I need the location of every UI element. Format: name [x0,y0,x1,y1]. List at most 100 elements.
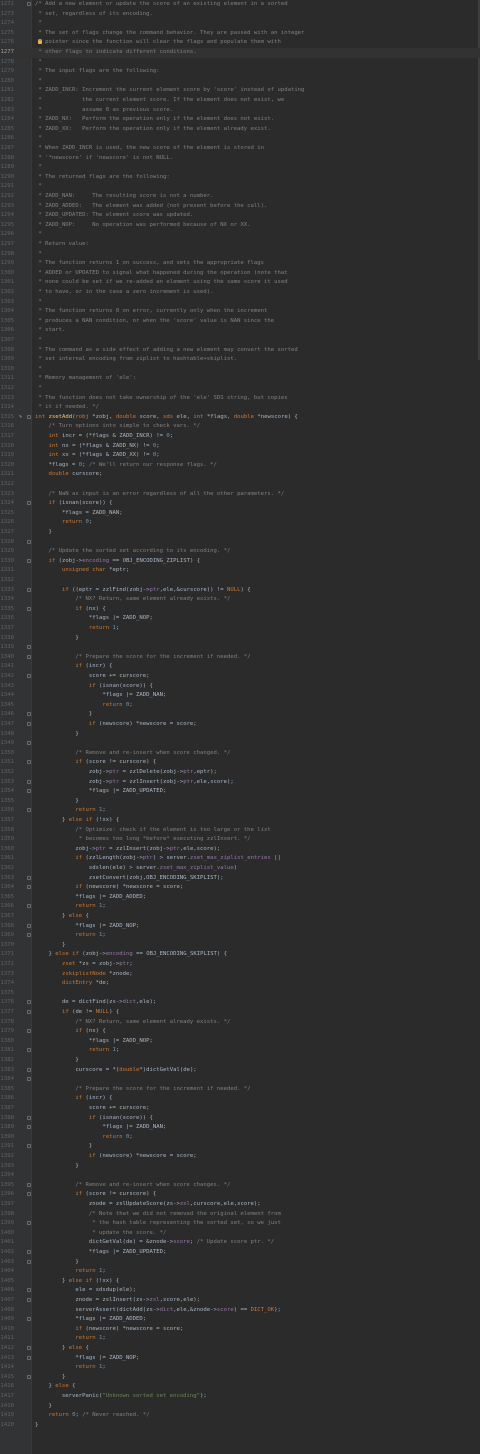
code-line[interactable]: 1284 * ZADD_NX: Perform the operation on… [0,115,480,125]
code-text[interactable]: *flags = ZADD_NAN; [35,509,123,519]
code-line[interactable]: 1312 * [0,384,480,394]
code-text[interactable]: znode = zslInsert(zs->zsl,score,ele); [35,1296,200,1306]
code-text[interactable]: return 1; [35,806,105,816]
line-number[interactable]: 1311 [0,374,14,384]
fold-marker-icon[interactable] [27,1077,31,1082]
line-number[interactable]: 1349 [0,739,14,749]
code-line[interactable]: 1296 * [0,230,480,240]
code-line[interactable]: 1378 /* NX? Return, same element already… [0,1018,480,1028]
code-text[interactable]: * '*newscore' if 'newscore' is not NULL. [35,154,173,164]
code-text[interactable]: * ZADD_XX: Perform the operation only if… [35,125,270,135]
code-line[interactable]: 1345 return 0; [0,701,480,711]
line-number[interactable]: 1316 [0,422,14,432]
code-line[interactable]: 1381 return 1; [0,1046,480,1056]
code-line[interactable]: 1420} [0,1421,480,1431]
code-text[interactable]: * set, regardless of its encoding. [35,10,153,20]
line-number[interactable]: 1286 [0,134,14,144]
code-line[interactable]: 1337 return 1; [0,624,480,634]
line-number[interactable]: 1333 [0,586,14,596]
code-line[interactable]: 1410 if (newscore) *newscore = score; [0,1325,480,1335]
code-line[interactable]: 1385 /* Prepare the score for the increm… [0,1085,480,1095]
fold-marker-icon[interactable] [27,1374,31,1379]
code-text[interactable]: if (de != NULL) { [35,1008,119,1018]
code-line[interactable]: 1338 } [0,634,480,644]
line-number[interactable]: 1419 [0,1411,14,1421]
line-number[interactable]: 1378 [0,1018,14,1028]
line-number[interactable]: 1299 [0,259,14,269]
fold-marker-icon[interactable] [27,1182,31,1187]
code-line[interactable]: 1299 * The function returns 1 on success… [0,259,480,269]
line-number[interactable]: 1391 [0,1142,14,1152]
line-number[interactable]: 1375 [0,989,14,999]
code-text[interactable]: * ZADD_NAN: The resulting score is not a… [35,192,213,202]
code-text[interactable]: return 1; [35,902,105,912]
code-text[interactable]: /* Add a new element or update the score… [35,0,288,10]
code-line[interactable]: 1375 [0,989,480,999]
code-text[interactable]: } [35,1421,38,1431]
line-number[interactable]: 1310 [0,365,14,375]
line-number[interactable]: 1301 [0,278,14,288]
code-text[interactable]: /* Optimize: check if the element is too… [35,826,270,836]
code-line[interactable]: 1274 * [0,19,480,29]
fold-marker-icon[interactable] [27,1115,31,1120]
line-number[interactable]: 1405 [0,1277,14,1287]
line-number[interactable]: 1348 [0,730,14,740]
line-number[interactable]: 1309 [0,355,14,365]
code-text[interactable]: if (score != curscore) { [35,758,156,768]
line-number[interactable]: 1350 [0,749,14,759]
code-line[interactable]: 1372 zset *zs = zobj->ptr; [0,960,480,970]
code-line[interactable]: 1357 } else if (!xx) { [0,816,480,826]
code-line[interactable]: 1325 *flags = ZADD_NAN; [0,509,480,519]
code-line[interactable]: 1353 zobj->ptr = zzlInsert(zobj->ptr,ele… [0,778,480,788]
fold-marker-icon[interactable] [27,1317,31,1322]
code-text[interactable]: } [35,941,65,951]
code-line[interactable]: 1297 * Return value: [0,240,480,250]
code-text[interactable]: score += curscore; [35,672,150,682]
line-number[interactable]: 1305 [0,317,14,327]
fold-marker-icon[interactable] [27,1288,31,1293]
code-line[interactable]: 1310 * [0,365,480,375]
fold-marker-icon[interactable] [27,1346,31,1350]
code-text[interactable]: /* Note that we did not removed the orig… [35,1210,281,1220]
code-line[interactable]: 1348 } [0,730,480,740]
code-line[interactable]: 1407 znode = zslInsert(zs->zsl,score,ele… [0,1296,480,1306]
line-number[interactable]: 1380 [0,1037,14,1047]
code-text[interactable]: /* Prepare the score for the increment i… [35,1085,250,1095]
code-text[interactable]: * [35,298,41,308]
line-number[interactable]: 1390 [0,1133,14,1143]
code-line[interactable]: 1418 } [0,1402,480,1412]
code-line[interactable]: 1328 [0,538,480,548]
code-text[interactable]: return 1; [35,1267,105,1277]
code-line[interactable]: 1417 serverPanic("Unknown sorted set enc… [0,1392,480,1402]
fold-marker-icon[interactable] [27,414,31,419]
line-number[interactable]: 1369 [0,931,14,941]
code-line[interactable]: 1311 * Memory management of 'ele': [0,374,480,384]
code-text[interactable]: * ZADD_UPDATED: The element score was up… [35,211,193,221]
fold-marker-icon[interactable] [27,1298,31,1302]
code-text[interactable]: if (score != curscore) { [35,1190,156,1200]
code-line[interactable]: 1347 if (newscore) *newscore = score; [0,720,480,730]
line-number[interactable]: 1363 [0,874,14,884]
line-number[interactable]: 1275 [0,29,14,39]
fold-marker-icon[interactable] [27,712,31,717]
line-number[interactable]: 1371 [0,950,14,960]
line-number[interactable]: 1318 [0,442,14,452]
code-text[interactable]: * pointer since the function will clear … [35,38,280,48]
code-text[interactable]: } [35,1258,78,1268]
code-line[interactable]: 1379 if (nx) { [0,1027,480,1037]
code-line[interactable]: 1419 return 0; /* Never reached. */ [0,1411,480,1421]
line-number[interactable]: 1396 [0,1190,14,1200]
code-text[interactable]: * Memory management of 'ele': [35,374,136,384]
code-text[interactable]: if (zzlLength(zobj->ptr) > server.zset_m… [35,854,280,864]
code-line[interactable]: 1317 int incr = (*flags & ZADD_INCR) != … [0,432,480,442]
code-text[interactable]: *flags |= ZADD_NOP; [35,1037,153,1047]
line-number[interactable]: 1334 [0,595,14,605]
code-text[interactable]: * The function returns 1 on success, and… [35,259,264,269]
code-line[interactable]: 1276 * pointer since the function will c… [0,38,480,48]
code-line[interactable]: 1413 *flags |= ZADD_NOP; [0,1354,480,1364]
code-line[interactable]: 1316 /* Turn options into simple to chec… [0,422,480,432]
code-text[interactable]: * [35,384,41,394]
line-number[interactable]: 1400 [0,1229,14,1239]
code-line[interactable]: 1336 *flags |= ZADD_NOP; [0,614,480,624]
code-text[interactable]: } [35,528,51,538]
